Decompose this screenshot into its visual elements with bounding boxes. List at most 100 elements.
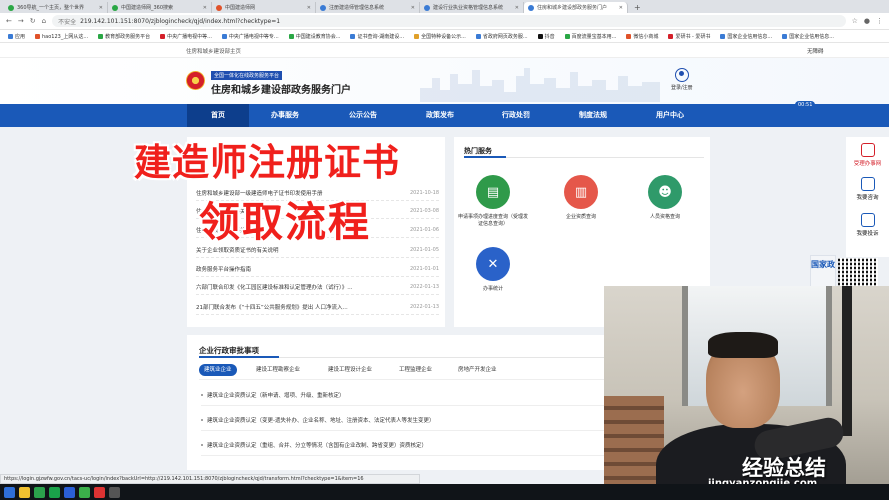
nav-user-center[interactable]: 用户中心 [639, 104, 701, 127]
bullet-icon [201, 393, 203, 396]
bookmark-item[interactable]: 应用 [8, 33, 25, 40]
accessibility-link[interactable]: 无障碍 [807, 47, 824, 55]
nav-announcements[interactable]: 公示公告 [332, 104, 394, 127]
hot-service-company-query[interactable]: ▥ 企业资质查询 [546, 175, 616, 220]
bookmark-item[interactable]: 中央广播电视中等专... [221, 33, 279, 40]
site-header: 全国一体化在线政务服务平台 住房和城乡建设部政务服务门户 登录/注册 [0, 58, 889, 104]
wechat-icon[interactable] [49, 486, 60, 498]
bookmark-item[interactable]: 省政府网页政务服... [475, 33, 528, 40]
bookmark-icon [35, 33, 41, 39]
shelf-background [604, 396, 664, 492]
360-icon[interactable] [79, 486, 90, 498]
overlay-title-line1: 建造师注册证书 [134, 141, 400, 184]
hot-services-title: 热门服务 [464, 147, 492, 155]
bookmark-icon [414, 33, 420, 39]
bullet-icon [201, 418, 203, 421]
bookmark-icon [8, 33, 13, 39]
reload-icon[interactable]: ↻ [30, 17, 36, 25]
consult-button[interactable]: 我要咨询 [846, 177, 889, 201]
hot-service-progress-query[interactable]: ▤ 申请事项办理进度查询（受理发证信息查询） [458, 175, 528, 227]
browser-tab[interactable]: 中国建造师网 ✕ [212, 2, 316, 13]
nav-regulations[interactable]: 制度法规 [562, 104, 624, 127]
tab-supervision-enterprise[interactable]: 工程监理企业 [394, 364, 437, 376]
person-hair [708, 332, 778, 358]
tab-favicon-icon [320, 4, 326, 11]
user-icon [674, 68, 689, 82]
tab-favicon-icon [112, 4, 118, 11]
browser-tab-active[interactable]: 住房和城乡建设部政务服务门户 ✕ [524, 2, 628, 13]
close-icon[interactable]: ✕ [99, 5, 103, 11]
browser-icon[interactable] [34, 486, 45, 498]
clipboard-icon [860, 143, 875, 157]
browser-tab[interactable]: 注册建造师管理信息系统 ✕ [316, 2, 420, 13]
tools-icon: ✕ [476, 247, 510, 281]
login-register-button[interactable]: 登录/注册 [671, 68, 693, 91]
main-nav: 首页 办事服务 公示公告 政策发布 行政处罚 制度法规 用户中心 [0, 104, 889, 127]
folder-icon[interactable] [19, 486, 30, 498]
tab-construction-enterprise[interactable]: 建筑业企业 [199, 364, 237, 376]
bookmark-item[interactable]: 微信小商城 [626, 33, 658, 40]
tab-real-estate-enterprise[interactable]: 房地产开发企业 [453, 364, 502, 376]
complaint-icon [860, 213, 875, 227]
browser-tab[interactable]: 建设行业执业资格管理信息系统 ✕ [420, 2, 524, 13]
bookmark-item[interactable]: 百度流量宝基本用... [564, 33, 616, 40]
time-badge: 00:51 [795, 101, 816, 109]
bookmark-item[interactable]: 抖音 [537, 33, 555, 40]
bookmark-item[interactable]: 中国建设教育协会... [288, 33, 340, 40]
bookmark-item[interactable]: 证书查询-湖南建设... [350, 33, 404, 40]
bookmark-icon [98, 33, 104, 39]
tab-favicon-icon [8, 4, 14, 11]
nav-services[interactable]: 办事服务 [254, 104, 316, 127]
skyline-decoration [420, 68, 660, 102]
news-item[interactable]: 政务服务平台操作指南 2021-01-01 [196, 261, 439, 277]
bookmark-item[interactable]: 中央广播电视中等... [160, 33, 212, 40]
new-tab-icon[interactable]: + [628, 2, 647, 13]
tab-favicon-icon [528, 4, 534, 11]
url-input[interactable]: 不安全 219.142.101.151:8070/zjblogincheck/q… [52, 15, 846, 27]
bookmark-icon [160, 33, 166, 39]
back-icon[interactable]: ← [6, 17, 12, 25]
bookmark-icon [475, 33, 481, 39]
tab-design-enterprise[interactable]: 建设工程设计企业 [323, 364, 377, 376]
hot-service-statistics[interactable]: ✕ 办事统计 [458, 247, 528, 292]
bookmark-item[interactable]: hao123_上网从这... [35, 33, 88, 40]
bookmark-item[interactable]: 全国特种设备公示... [414, 33, 466, 40]
side-tools: 受理办事网 我要咨询 我要投诉 [846, 137, 889, 257]
close-icon[interactable]: ✕ [515, 5, 519, 11]
news-item[interactable]: 21部门联合发布《“十四五”公共服务规划》提出 人口净流入... 2022-01-… [196, 299, 439, 315]
ministry-home-link[interactable]: 住房和城乡建设部主页 [186, 47, 241, 55]
close-icon[interactable]: ✕ [411, 5, 415, 11]
word-icon[interactable] [64, 486, 75, 498]
bookmark-icon [350, 33, 356, 39]
bookmark-item[interactable]: 国家企业信用信息... [720, 33, 772, 40]
insecure-label: 不安全 [58, 18, 77, 26]
start-icon[interactable] [4, 486, 15, 498]
complaint-button[interactable]: 我要投诉 [846, 213, 889, 237]
service-hall-button[interactable]: 受理办事网 [846, 143, 889, 167]
nav-policy[interactable]: 政策发布 [409, 104, 471, 127]
close-icon[interactable]: ✕ [307, 5, 311, 11]
nav-penalties[interactable]: 行政处罚 [485, 104, 547, 127]
browser-tab[interactable]: 中国建造师网_360搜索 ✕ [108, 2, 212, 13]
forward-icon[interactable]: → [18, 17, 24, 25]
bookmark-item[interactable]: 爱研书 - 爱研书 [668, 33, 710, 40]
bookmark-item[interactable]: 国家企业信用信息... [782, 33, 834, 40]
nav-home[interactable]: 首页 [187, 104, 249, 127]
close-icon[interactable]: ✕ [619, 5, 623, 11]
bookmark-item[interactable]: 教育部政务服务平台 [98, 33, 150, 40]
menu-icon[interactable]: ⋮ [876, 17, 883, 25]
profile-icon[interactable]: ● [864, 17, 870, 25]
app-icon[interactable] [94, 486, 105, 498]
star-icon[interactable]: ☆ [852, 17, 858, 25]
bookmark-icon [782, 33, 788, 39]
tab-favicon-icon [424, 4, 430, 11]
hot-service-personnel-query[interactable]: ☻ 人员资格查询 [630, 175, 700, 220]
app-icon[interactable] [109, 486, 120, 498]
tab-survey-enterprise[interactable]: 建设工程勘察企业 [251, 364, 305, 376]
home-icon[interactable]: ⌂ [42, 17, 46, 25]
news-item[interactable]: 六部门联合印发《化工园区建设标准和认定管理办法（试行）》... 2022-01-1… [196, 279, 439, 295]
site-topbar: 住房和城乡建设部主页 无障碍 [0, 43, 889, 58]
browser-tab[interactable]: 360导航_一个主页，整个世界 ✕ [4, 2, 108, 13]
close-icon[interactable]: ✕ [203, 5, 207, 11]
tab-favicon-icon [216, 4, 222, 11]
